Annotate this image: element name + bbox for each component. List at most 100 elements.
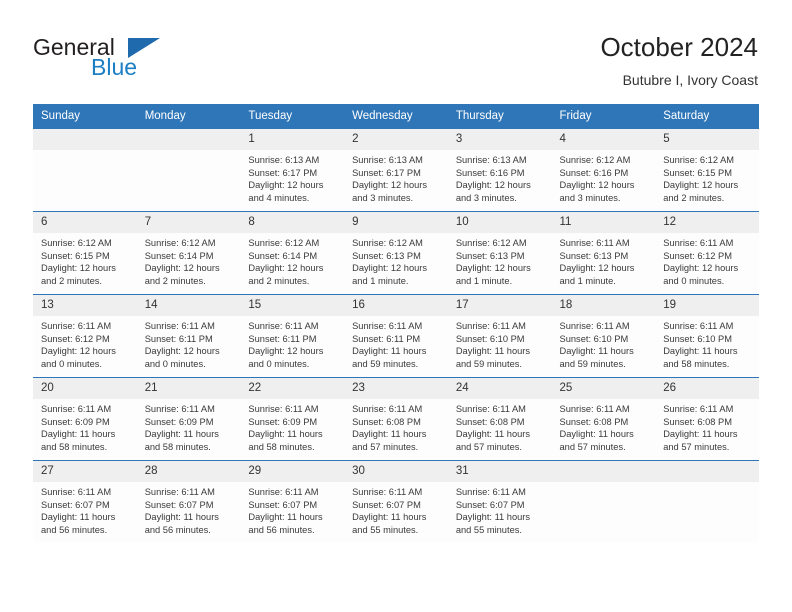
sunset-text: Sunset: 6:07 PM — [455, 499, 525, 510]
calendar-week-row: 27 Sunrise: 6:11 AM Sunset: 6:07 PM Dayligh… — [33, 460, 759, 543]
sunrise-text: Sunrise: 6:11 AM — [663, 404, 734, 414]
calendar-day-cell[interactable]: 31 Sunrise: 6:11 AM Sunset: 6:07 PM Dayligh… — [447, 460, 552, 543]
day-number: 11 — [551, 212, 656, 233]
calendar-day-cell[interactable]: 28 Sunrise: 6:11 AM Sunset: 6:07 PM Dayligh… — [136, 460, 241, 543]
day-details: Sunrise: 6:11 AM Sunset: 6:07 PM Daylight:… — [344, 482, 448, 536]
calendar-day-cell-empty — [33, 128, 137, 212]
day-number: 12 — [655, 212, 759, 233]
day-details: Sunrise: 6:11 AM Sunset: 6:08 PM Daylight:… — [344, 399, 448, 453]
calendar-day-cell[interactable]: 13 Sunrise: 6:11 AM Sunset: 6:12 PM Dayligh… — [33, 294, 137, 378]
calendar-day-cell[interactable]: 10 Sunrise: 6:12 AM Sunset: 6:13 PM Dayligh… — [447, 211, 552, 295]
day-details: Sunrise: 6:11 AM Sunset: 6:07 PM Daylight:… — [448, 482, 552, 536]
daylight-text-line2: and 58 minutes. — [144, 441, 211, 452]
daylight-text-line1: Daylight: 11 hours — [663, 346, 738, 357]
daylight-text-line1: Daylight: 11 hours — [144, 429, 219, 440]
calendar-day-cell[interactable]: 26 Sunrise: 6:11 AM Sunset: 6:08 PM Dayligh… — [655, 377, 759, 461]
sunrise-text: Sunrise: 6:12 AM — [248, 238, 320, 248]
day-number: 28 — [136, 461, 241, 482]
daylight-text-line2: and 1 minute. — [352, 275, 409, 286]
calendar-day-cell[interactable]: 12 Sunrise: 6:11 AM Sunset: 6:12 PM Dayligh… — [655, 211, 759, 295]
calendar-day-cell[interactable]: 5 Sunrise: 6:12 AM Sunset: 6:15 PM Daylight… — [655, 128, 759, 212]
calendar-day-cell[interactable]: 21 Sunrise: 6:11 AM Sunset: 6:09 PM Dayligh… — [136, 377, 241, 461]
calendar-day-cell[interactable]: 9 Sunrise: 6:12 AM Sunset: 6:13 PM Daylight… — [344, 211, 448, 295]
day-number — [551, 461, 656, 482]
calendar-day-cell[interactable]: 18 Sunrise: 6:11 AM Sunset: 6:10 PM Dayligh… — [551, 294, 656, 378]
daylight-text-line1: Daylight: 11 hours — [455, 346, 531, 357]
daylight-text-line2: and 3 minutes. — [455, 192, 517, 203]
calendar-day-cell[interactable]: 6 Sunrise: 6:12 AM Sunset: 6:15 PM Daylight… — [33, 211, 137, 295]
sunset-text: Sunset: 6:16 PM — [559, 167, 629, 178]
daylight-text-line1: Daylight: 11 hours — [41, 512, 116, 523]
sunset-text: Sunset: 6:15 PM — [663, 167, 732, 178]
day-details: Sunrise: 6:13 AM Sunset: 6:17 PM Daylight:… — [344, 150, 448, 204]
sunrise-text: Sunrise: 6:11 AM — [455, 404, 526, 414]
calendar-day-cell[interactable]: 3 Sunrise: 6:13 AM Sunset: 6:16 PM Daylight… — [447, 128, 552, 212]
daylight-text-line2: and 1 minute. — [559, 275, 616, 286]
sunset-text: Sunset: 6:07 PM — [248, 499, 318, 510]
day-details: Sunrise: 6:12 AM Sunset: 6:16 PM Daylight:… — [552, 150, 656, 204]
day-number: 30 — [344, 461, 448, 482]
daylight-text-line2: and 57 minutes. — [663, 441, 730, 452]
daylight-text-line2: and 0 minutes. — [144, 358, 206, 369]
daylight-text-line2: and 3 minutes. — [559, 192, 621, 203]
calendar-day-cell[interactable]: 19 Sunrise: 6:11 AM Sunset: 6:10 PM Dayligh… — [655, 294, 759, 378]
calendar-day-cell[interactable]: 17 Sunrise: 6:11 AM Sunset: 6:10 PM Dayligh… — [447, 294, 552, 378]
sunset-text: Sunset: 6:14 PM — [144, 250, 214, 261]
calendar-day-cell[interactable]: 29 Sunrise: 6:11 AM Sunset: 6:07 PM Dayligh… — [240, 460, 345, 543]
calendar-day-cell[interactable]: 23 Sunrise: 6:11 AM Sunset: 6:08 PM Dayligh… — [344, 377, 448, 461]
calendar-day-cell[interactable]: 25 Sunrise: 6:11 AM Sunset: 6:08 PM Dayligh… — [551, 377, 656, 461]
calendar-day-cell[interactable]: 1 Sunrise: 6:13 AM Sunset: 6:17 PM Daylight… — [240, 128, 345, 212]
sunrise-text: Sunrise: 6:11 AM — [144, 321, 215, 331]
weekday-header-friday: Friday — [551, 104, 656, 129]
calendar-week-row: 6 Sunrise: 6:12 AM Sunset: 6:15 PM Daylight… — [33, 211, 759, 295]
day-details: Sunrise: 6:13 AM Sunset: 6:17 PM Daylight:… — [240, 150, 344, 204]
calendar-day-cell[interactable]: 7 Sunrise: 6:12 AM Sunset: 6:14 PM Daylight… — [136, 211, 241, 295]
sunrise-text: Sunrise: 6:13 AM — [455, 155, 527, 165]
calendar-day-cell[interactable]: 4 Sunrise: 6:12 AM Sunset: 6:16 PM Daylight… — [551, 128, 656, 212]
day-number: 22 — [240, 378, 345, 399]
daylight-text-line1: Daylight: 11 hours — [248, 429, 323, 440]
sunrise-text: Sunrise: 6:11 AM — [41, 487, 112, 497]
day-number: 19 — [655, 295, 759, 316]
calendar-day-cell[interactable]: 16 Sunrise: 6:11 AM Sunset: 6:11 PM Dayligh… — [344, 294, 448, 378]
calendar-header-row: Sunday Monday Tuesday Wednesday Thursday… — [33, 104, 759, 129]
day-details: Sunrise: 6:11 AM Sunset: 6:11 PM Daylight:… — [344, 316, 448, 370]
daylight-text-line1: Daylight: 11 hours — [352, 429, 427, 440]
daylight-text-line2: and 2 minutes. — [248, 275, 310, 286]
day-number: 27 — [33, 461, 137, 482]
daylight-text-line1: Daylight: 12 hours — [144, 346, 220, 357]
calendar-day-cell[interactable]: 24 Sunrise: 6:11 AM Sunset: 6:08 PM Dayligh… — [447, 377, 552, 461]
calendar-day-cell[interactable]: 22 Sunrise: 6:11 AM Sunset: 6:09 PM Dayligh… — [240, 377, 345, 461]
sunset-text: Sunset: 6:07 PM — [352, 499, 421, 510]
day-details: Sunrise: 6:12 AM Sunset: 6:15 PM Daylight:… — [655, 150, 759, 204]
calendar-day-cell[interactable]: 11 Sunrise: 6:11 AM Sunset: 6:13 PM Dayligh… — [551, 211, 656, 295]
daylight-text-line2: and 57 minutes. — [455, 441, 522, 452]
calendar-day-cell[interactable]: 2 Sunrise: 6:13 AM Sunset: 6:17 PM Daylight… — [344, 128, 448, 212]
daylight-text-line2: and 4 minutes. — [248, 192, 310, 203]
day-number — [136, 129, 241, 150]
calendar-day-cell[interactable]: 20 Sunrise: 6:11 AM Sunset: 6:09 PM Dayligh… — [33, 377, 137, 461]
sunrise-text: Sunrise: 6:12 AM — [559, 155, 631, 165]
daylight-text-line2: and 0 minutes. — [41, 358, 102, 369]
weekday-header-wednesday: Wednesday — [344, 104, 448, 129]
daylight-text-line1: Daylight: 12 hours — [41, 346, 116, 357]
calendar-week-row: 1 Sunrise: 6:13 AM Sunset: 6:17 PM Daylight… — [33, 128, 759, 212]
sunset-text: Sunset: 6:08 PM — [559, 416, 629, 427]
daylight-text-line1: Daylight: 12 hours — [41, 263, 116, 274]
day-number: 31 — [447, 461, 552, 482]
day-number: 13 — [33, 295, 137, 316]
day-details: Sunrise: 6:11 AM Sunset: 6:13 PM Daylight:… — [552, 233, 656, 287]
day-details: Sunrise: 6:11 AM Sunset: 6:09 PM Daylight:… — [240, 399, 344, 453]
daylight-text-line2: and 0 minutes. — [663, 275, 725, 286]
daylight-text-line2: and 0 minutes. — [248, 358, 310, 369]
calendar-day-cell[interactable]: 30 Sunrise: 6:11 AM Sunset: 6:07 PM Dayligh… — [344, 460, 448, 543]
calendar-day-cell[interactable]: 15 Sunrise: 6:11 AM Sunset: 6:11 PM Dayligh… — [240, 294, 345, 378]
sunrise-text: Sunrise: 6:12 AM — [663, 155, 735, 165]
sunset-text: Sunset: 6:07 PM — [41, 499, 110, 510]
calendar-day-cell[interactable]: 27 Sunrise: 6:11 AM Sunset: 6:07 PM Dayligh… — [33, 460, 137, 543]
calendar-day-cell[interactable]: 14 Sunrise: 6:11 AM Sunset: 6:11 PM Dayligh… — [136, 294, 241, 378]
day-details: Sunrise: 6:12 AM Sunset: 6:13 PM Daylight:… — [344, 233, 448, 287]
sunrise-text: Sunrise: 6:11 AM — [144, 404, 215, 414]
calendar-day-cell[interactable]: 8 Sunrise: 6:12 AM Sunset: 6:14 PM Daylight… — [240, 211, 345, 295]
general-blue-logo[interactable]: General Blue — [33, 34, 233, 88]
